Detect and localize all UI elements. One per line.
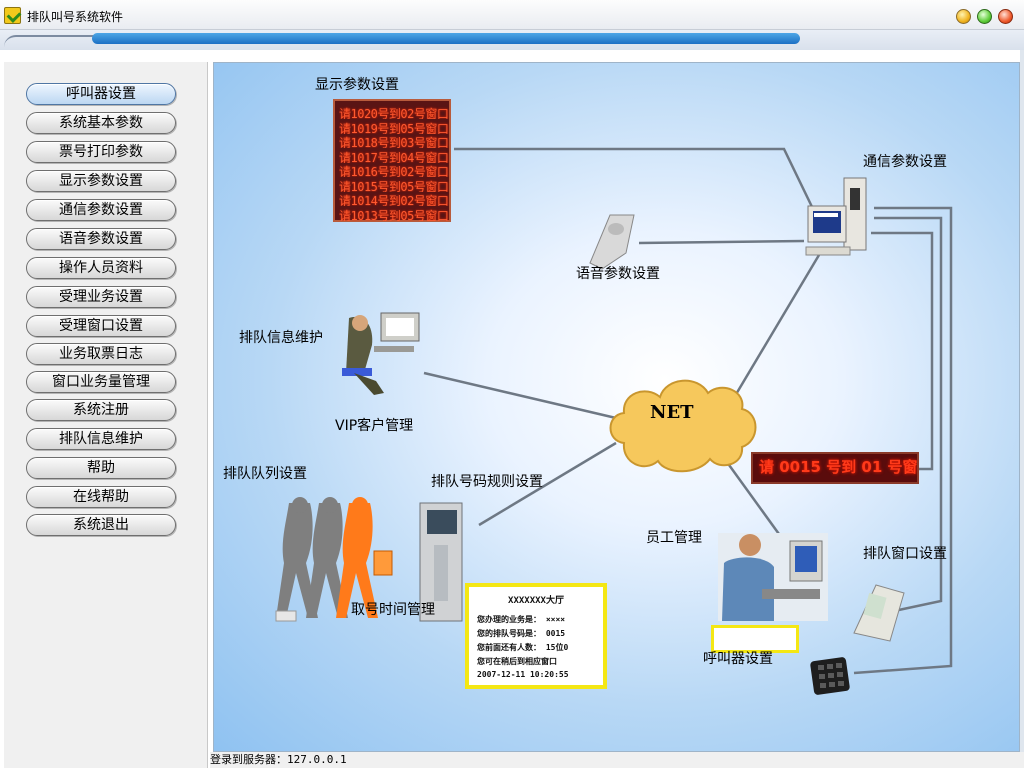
label-window-settings[interactable]: 排队窗口设置 xyxy=(863,543,947,563)
led-row: 请1016号到02号窗口 xyxy=(339,165,449,177)
sidebar-item-comm-params[interactable]: 通信参数设置 xyxy=(26,199,176,221)
label-ticket-time[interactable]: 取号时间管理 xyxy=(351,599,435,619)
label-caller-settings[interactable]: 呼叫器设置 xyxy=(703,648,773,668)
led-row: 请1015号到05号窗口 xyxy=(339,180,449,192)
led-row: 请1017号到04号窗口 xyxy=(339,151,449,163)
title-bar[interactable]: 排队叫号系统软件 xyxy=(0,0,1024,30)
led-row: 请1013号到05号窗口 xyxy=(339,209,449,221)
sidebar-item-ticket-print-params[interactable]: 票号打印参数 xyxy=(26,141,176,163)
ticket-title: XXXXXXX大厅 xyxy=(508,596,564,606)
net-label: NET xyxy=(650,402,694,423)
voice-device-icon xyxy=(589,214,635,270)
ticket-line: 您的排队号码是： 0015 xyxy=(477,629,566,638)
sidebar-item-window-volume[interactable]: 窗口业务量管理 xyxy=(26,371,176,393)
server-status: 登录到服务器：127.0.0.1 xyxy=(210,753,347,766)
sidebar-item-system-params[interactable]: 系统基本参数 xyxy=(26,112,176,134)
sidebar-item-queue-maintenance[interactable]: 排队信息维护 xyxy=(26,428,176,450)
led-row: 请1018号到03号窗口 xyxy=(339,136,449,148)
sidebar-item-window-settings[interactable]: 受理窗口设置 xyxy=(26,315,176,337)
header-progress-bar xyxy=(92,33,800,44)
minimize-button[interactable] xyxy=(956,9,971,24)
ticket-line: 您可在稍后到相应窗口 xyxy=(477,657,557,666)
label-staff[interactable]: 员工管理 xyxy=(646,527,702,547)
led-call-banner: 请 0015 号到 01 号窗办理 xyxy=(751,452,919,484)
led-row: 请1019号到05号窗口 xyxy=(339,122,449,134)
label-display-params[interactable]: 显示参数设置 xyxy=(315,74,399,94)
sidebar-item-business-settings[interactable]: 受理业务设置 xyxy=(26,286,176,308)
sidebar: 呼叫器设置 系统基本参数 票号打印参数 显示参数设置 通信参数设置 语音参数设置… xyxy=(4,62,208,768)
net-cloud-icon xyxy=(609,379,757,473)
label-comm-params[interactable]: 通信参数设置 xyxy=(863,151,947,171)
sidebar-item-operators[interactable]: 操作人员资料 xyxy=(26,257,176,279)
window-title: 排队叫号系统软件 xyxy=(27,10,124,24)
sidebar-item-voice-params[interactable]: 语音参数设置 xyxy=(26,228,176,250)
sidebar-item-display-params[interactable]: 显示参数设置 xyxy=(26,170,176,192)
sidebar-item-online-help[interactable]: 在线帮助 xyxy=(26,486,176,508)
sidebar-item-help[interactable]: 帮助 xyxy=(26,457,176,479)
sidebar-item-registration[interactable]: 系统注册 xyxy=(26,399,176,421)
sidebar-item-caller-settings[interactable]: 呼叫器设置 xyxy=(26,83,176,105)
server-computer-icon xyxy=(805,177,867,256)
label-queue-list[interactable]: 排队队列设置 xyxy=(223,463,307,483)
label-vip[interactable]: VIP客户管理 xyxy=(335,415,413,435)
card-reader-icon xyxy=(853,584,905,642)
led-display-board: 请1020号到02号窗口 请1019号到05号窗口 请1018号到03号窗口 请… xyxy=(333,99,451,222)
operator-workstation-icon xyxy=(342,312,420,395)
ticket-preview: XXXXXXX大厅 您办理的业务是： ×××× 您的排队号码是： 0015 您前… xyxy=(465,583,607,689)
led-row: 请1014号到02号窗口 xyxy=(339,194,449,206)
label-voice-params[interactable]: 语音参数设置 xyxy=(576,263,660,283)
maximize-button[interactable] xyxy=(977,9,992,24)
ticket-line: 您前面还有人数： 15位0 xyxy=(477,643,569,652)
ticket-line: 2007-12-11 10:20:55 xyxy=(477,670,569,679)
system-diagram: 请1020号到02号窗口 请1019号到05号窗口 请1018号到03号窗口 请… xyxy=(213,62,1020,752)
staff-workstation-icon xyxy=(718,533,828,621)
close-button[interactable] xyxy=(998,9,1013,24)
label-number-rules[interactable]: 排队号码规则设置 xyxy=(431,471,543,491)
sidebar-item-exit[interactable]: 系统退出 xyxy=(26,514,176,536)
app-logo-icon xyxy=(4,7,21,24)
ticket-line: 您办理的业务是： ×××× xyxy=(477,615,566,624)
led-row: 请1020号到02号窗口 xyxy=(339,107,449,119)
caller-keypad-icon xyxy=(810,657,850,695)
label-queue-info[interactable]: 排队信息维护 xyxy=(239,327,323,347)
status-bar: 登录到服务器：127.0.0.1 xyxy=(210,752,1024,768)
sidebar-item-ticket-log[interactable]: 业务取票日志 xyxy=(26,343,176,365)
